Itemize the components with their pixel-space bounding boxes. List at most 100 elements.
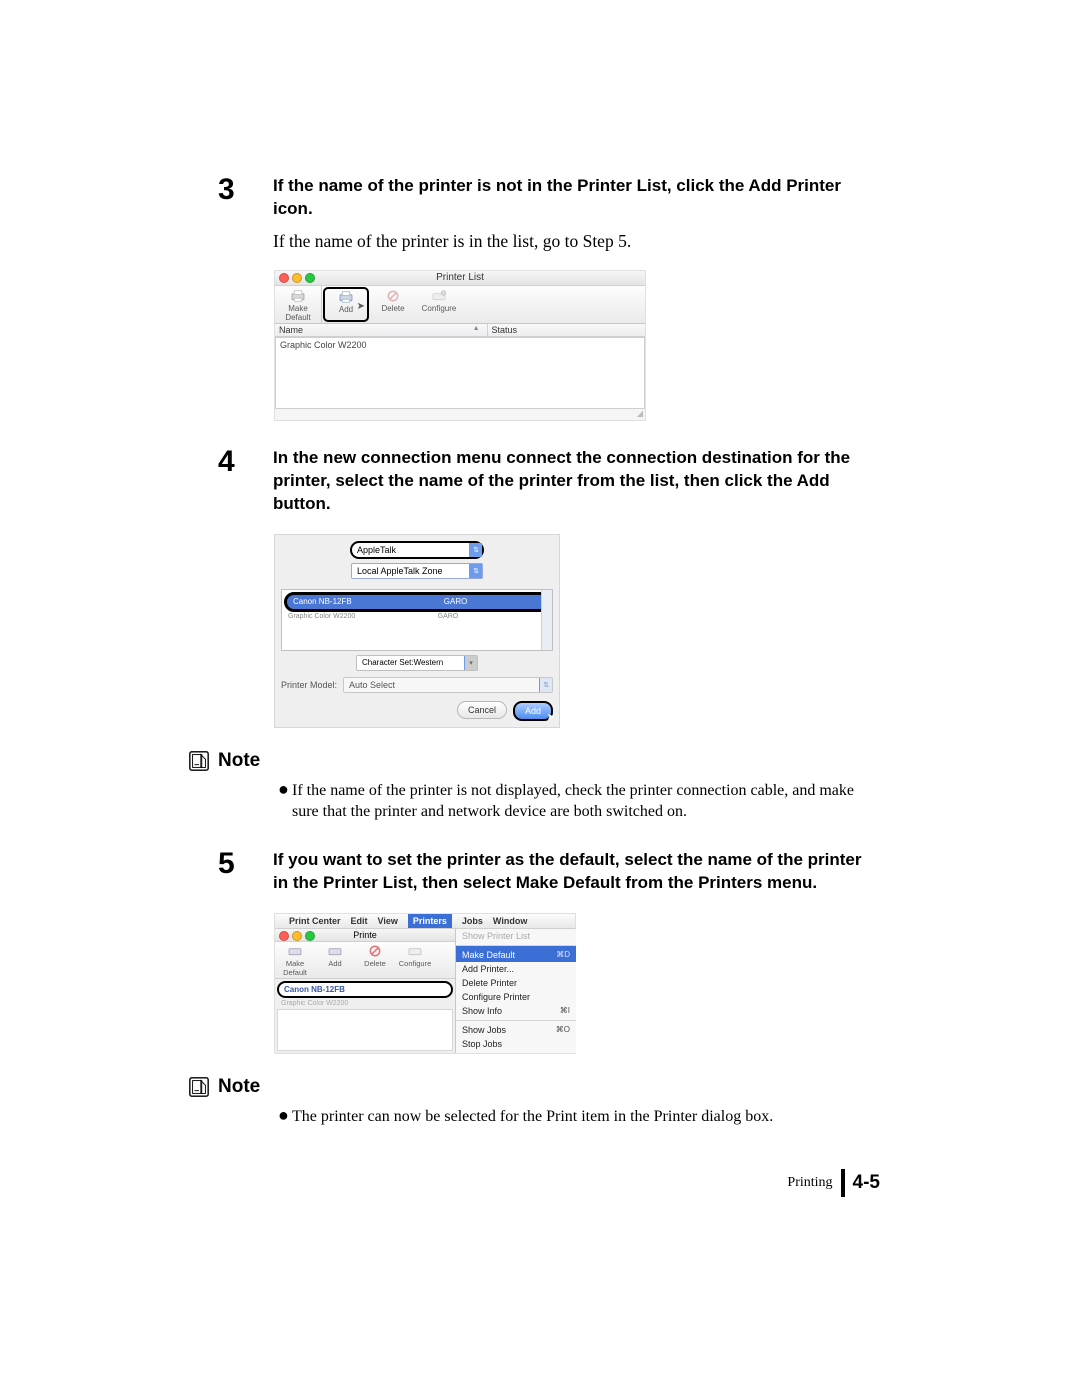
traffic-lights[interactable] — [279, 931, 315, 941]
window-title: Printer List — [436, 272, 484, 283]
list-item-selected[interactable]: Canon NB-12FB — [277, 981, 453, 998]
menu-item-configure-printer[interactable]: Configure Printer — [456, 990, 576, 1004]
list-item[interactable]: Graphic Color W2200 — [276, 338, 644, 352]
make-default-button[interactable]: Make Default — [275, 286, 322, 323]
list-item[interactable]: Graphic Color W2200 GARO — [282, 612, 552, 621]
resize-grip-icon[interactable]: ◢ — [275, 409, 645, 420]
note-text: The printer can now be selected for the … — [292, 1106, 773, 1128]
window-titlebar: Printer List — [275, 271, 645, 286]
menu-item-add-printer[interactable]: Add Printer... — [456, 962, 576, 976]
menu-print-center[interactable]: Print Center — [289, 916, 341, 926]
zoom-icon[interactable] — [305, 273, 315, 283]
traffic-lights[interactable] — [279, 273, 315, 283]
step-3-sub: If the name of the printer is in the lis… — [273, 231, 880, 252]
note-block: Note ● If the name of the printer is not… — [188, 750, 880, 823]
configure-button[interactable]: Configure — [395, 942, 435, 978]
col-status: Status — [488, 324, 646, 336]
add-printer-sheet: AppleTalk ⇅ Local AppleTalk Zone ⇅ Canon… — [274, 534, 560, 728]
minimize-icon[interactable] — [292, 273, 302, 283]
menu-item-show-printer-list[interactable]: Show Printer List — [456, 929, 576, 943]
menu-item-show-info[interactable]: Show Info⌘I — [456, 1004, 576, 1018]
make-default-screenshot: Print Center Edit View Printers Jobs Win… — [274, 913, 576, 1054]
zoom-icon[interactable] — [305, 931, 315, 941]
list-item[interactable]: Graphic Color W2200 — [275, 1000, 455, 1007]
step-number: 3 — [218, 175, 273, 252]
delete-button[interactable]: Delete — [355, 942, 395, 978]
chapter-label: Printing — [787, 1175, 832, 1191]
step-number: 5 — [218, 849, 273, 895]
printer-listbox[interactable]: Canon NB-12FB GARO Graphic Color W2200 G… — [281, 589, 553, 651]
note-block: Note ● The printer can now be selected f… — [188, 1076, 880, 1128]
step-5-title: If you want to set the printer as the de… — [273, 849, 880, 895]
scrollbar[interactable] — [541, 590, 552, 650]
step-4: 4 In the new connection menu connect the… — [218, 447, 880, 516]
toolbar: Make Default Add ➤ Delete Configure — [275, 286, 645, 324]
page-number: 4-5 — [853, 1172, 880, 1194]
menu-edit[interactable]: Edit — [351, 916, 368, 926]
list-empty-area — [277, 1009, 453, 1051]
step-number: 4 — [218, 447, 273, 516]
close-icon[interactable] — [279, 273, 289, 283]
select-arrows-icon: ▾ — [464, 656, 477, 670]
add-printer-button[interactable]: Add ➤ — [323, 287, 369, 322]
printer-rows[interactable]: Graphic Color W2200 — [275, 337, 645, 409]
menubar[interactable]: Print Center Edit View Printers Jobs Win… — [275, 914, 575, 929]
select-arrows-icon: ⇅ — [539, 678, 552, 692]
window-title: Printe — [353, 930, 377, 940]
note-title: Note — [218, 750, 260, 772]
bullet-icon: ● — [278, 780, 292, 823]
step-3: 3 If the name of the printer is not in t… — [218, 175, 880, 252]
page-footer: Printing 4-5 — [787, 1169, 880, 1197]
zone-select[interactable]: Local AppleTalk Zone ⇅ — [351, 563, 483, 579]
configure-button[interactable]: Configure — [416, 286, 462, 323]
menu-item-stop-jobs[interactable]: Stop Jobs — [456, 1037, 576, 1051]
menu-item-show-jobs[interactable]: Show Jobs⌘O — [456, 1020, 576, 1037]
minimize-icon[interactable] — [292, 931, 302, 941]
note-icon — [188, 1076, 210, 1098]
cursor-icon: ➤ — [1054, 1, 1062, 12]
cancel-button[interactable]: Cancel — [457, 701, 507, 719]
footer-divider — [841, 1169, 845, 1197]
printers-dropdown-menu[interactable]: Show Printer List Make Default ⌘D ➤ Add … — [455, 929, 576, 1053]
connection-type-select[interactable]: AppleTalk ⇅ — [350, 541, 484, 559]
configure-icon — [416, 288, 462, 304]
printer-icon — [275, 288, 321, 304]
add-button[interactable]: Add ➤ — [513, 701, 553, 721]
cursor-icon: ➤ — [547, 712, 555, 723]
bullet-icon: ● — [278, 1106, 292, 1128]
note-text: If the name of the printer is not displa… — [292, 780, 880, 823]
select-arrows-icon: ⇅ — [469, 564, 482, 578]
note-bullet: ● If the name of the printer is not disp… — [278, 780, 880, 823]
cursor-icon: ➤ — [357, 301, 365, 312]
col-name: Name — [279, 325, 303, 335]
delete-button[interactable]: Delete — [370, 286, 416, 323]
configure-icon — [395, 943, 435, 959]
sort-icon: ▲ — [473, 325, 480, 332]
step-3-title: If the name of the printer is not in the… — [273, 175, 880, 221]
make-default-button[interactable]: Make Default — [275, 942, 315, 978]
list-item-selected[interactable]: Canon NB-12FB GARO — [284, 592, 550, 612]
step-5: 5 If you want to set the printer as the … — [218, 849, 880, 895]
note-title: Note — [218, 1076, 260, 1098]
printer-model-label: Printer Model: — [281, 680, 337, 690]
add-button[interactable]: Add — [315, 942, 355, 978]
menu-jobs[interactable]: Jobs — [462, 916, 483, 926]
close-icon[interactable] — [279, 931, 289, 941]
column-headers[interactable]: Name ▲ Status — [275, 324, 645, 337]
note-bullet: ● The printer can now be selected for th… — [278, 1106, 880, 1128]
menu-item-delete-printer[interactable]: Delete Printer — [456, 976, 576, 990]
printer-model-select[interactable]: Auto Select ⇅ — [343, 677, 553, 693]
charset-select[interactable]: Character Set:Western ▾ — [356, 655, 478, 671]
menu-item-make-default[interactable]: Make Default ⌘D ➤ — [456, 945, 576, 962]
no-entry-icon — [370, 288, 416, 304]
printer-list-window: Printer List Make Default Add ➤ Dele — [274, 270, 646, 421]
step-4-title: In the new connection menu connect the c… — [273, 447, 880, 516]
menu-window[interactable]: Window — [493, 916, 527, 926]
printer-list-window: Printe Make Default Add Delete — [275, 929, 455, 1053]
select-arrows-icon: ⇅ — [469, 543, 482, 557]
menu-printers[interactable]: Printers — [408, 914, 452, 928]
printer-icon — [275, 943, 315, 959]
printer-add-icon — [315, 943, 355, 959]
menu-view[interactable]: View — [378, 916, 398, 926]
note-icon — [188, 750, 210, 772]
